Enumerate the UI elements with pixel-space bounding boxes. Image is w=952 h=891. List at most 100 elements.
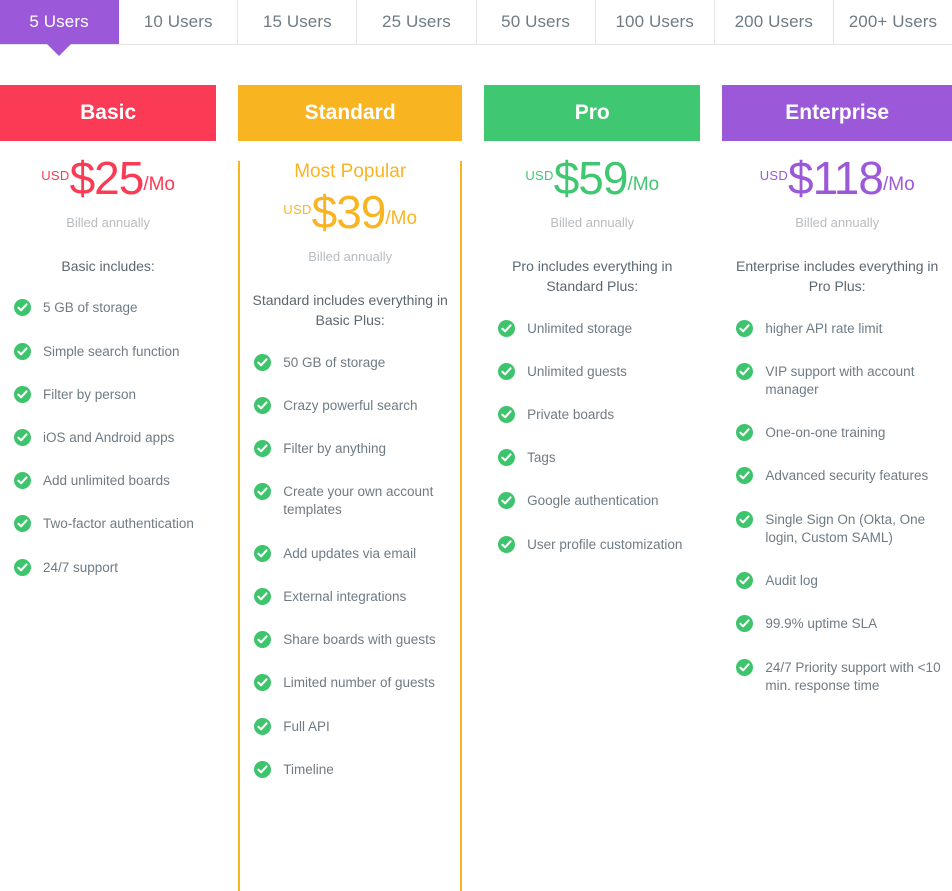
- tab-label: 25 Users: [382, 12, 451, 31]
- feature-label: External integrations: [283, 588, 407, 604]
- check-circle-icon: [254, 544, 272, 562]
- feature-label: Unlimited storage: [527, 320, 633, 336]
- feature-label: One-on-one training: [765, 425, 886, 441]
- feature-item: 99.9% uptime SLA: [736, 614, 946, 633]
- check-circle-icon: [14, 342, 31, 360]
- feature-item: Audit log: [736, 571, 946, 590]
- currency-label: USD: [759, 168, 789, 183]
- currency-label: USD: [41, 168, 70, 183]
- user-count-tabs[interactable]: 5 Users 10 Users 15 Users 25 Users 50 Users 1…: [0, 0, 952, 45]
- check-circle-icon: [254, 587, 272, 605]
- feature-label: Create your own account templates: [283, 484, 434, 518]
- tab-label: 10 Users: [143, 12, 213, 31]
- tab-200-users[interactable]: 200 Users: [714, 0, 834, 44]
- price-row: USD$118/Mo: [722, 155, 952, 201]
- feature-item: Google authentication: [498, 491, 694, 510]
- check-circle-icon: [14, 428, 31, 446]
- check-circle-icon: [736, 658, 754, 676]
- feature-list: higher API rate limit VIP support with ac…: [722, 319, 952, 695]
- tab-label: 200+ Users: [848, 12, 938, 31]
- feature-label: Unlimited guests: [527, 363, 627, 379]
- check-circle-icon: [254, 483, 272, 501]
- check-circle-icon: [254, 631, 272, 649]
- tab-100-users[interactable]: 100 Users: [595, 0, 715, 44]
- feature-item: 24/7 Priority support with <10 min. resp…: [736, 658, 946, 695]
- price-amount: $59: [553, 152, 629, 204]
- price-amount: $39: [311, 186, 387, 238]
- pricing-card-standard: Standard Most Popular USD$39/Mo Billed annu…: [238, 85, 463, 891]
- tab-10-users[interactable]: 10 Users: [119, 0, 239, 44]
- feature-label: Single Sign On (Okta, One login, Custom …: [765, 511, 926, 545]
- price-period: /Mo: [627, 174, 660, 195]
- feature-label: higher API rate limit: [765, 320, 883, 336]
- feature-label: Filter by person: [43, 386, 137, 402]
- includes-heading: Enterprise includes everything in Pro Pl…: [736, 258, 939, 295]
- feature-item: 5 GB of storage: [14, 298, 210, 317]
- feature-item: Single Sign On (Okta, One login, Custom …: [736, 510, 946, 547]
- price-period: /Mo: [385, 208, 418, 229]
- tab-15-users[interactable]: 15 Users: [238, 0, 358, 44]
- feature-item: Timeline: [254, 760, 454, 779]
- feature-item: Full API: [254, 717, 454, 736]
- feature-item: Filter by anything: [254, 439, 454, 458]
- includes-heading: Pro includes everything in Standard Plus…: [512, 258, 673, 295]
- includes-heading: Standard includes everything in Basic Pl…: [252, 292, 448, 329]
- tab-5-users[interactable]: 5 Users: [0, 0, 120, 44]
- check-circle-icon: [498, 535, 516, 553]
- check-circle-icon: [14, 385, 31, 403]
- tab-label: 50 Users: [501, 12, 570, 31]
- check-circle-icon: [736, 467, 754, 485]
- feature-item: Filter by person: [14, 385, 210, 404]
- price-row: USD$59/Mo: [484, 155, 700, 201]
- card-header-basic: Basic: [0, 85, 217, 141]
- feature-item: One-on-one training: [736, 423, 946, 442]
- feature-label: Filter by anything: [283, 441, 387, 457]
- tab-50-users[interactable]: 50 Users: [476, 0, 596, 44]
- check-circle-icon: [254, 396, 272, 414]
- billing-note: Billed annually: [66, 215, 151, 230]
- feature-item: Private boards: [498, 405, 694, 424]
- feature-label: 5 GB of storage: [43, 300, 138, 316]
- feature-label: Timeline: [283, 761, 334, 777]
- feature-label: Crazy powerful search: [283, 397, 418, 413]
- feature-label: Simple search function: [43, 343, 180, 359]
- feature-label: Add unlimited boards: [43, 473, 170, 489]
- check-circle-icon: [736, 362, 754, 380]
- feature-label: 99.9% uptime SLA: [765, 616, 878, 632]
- check-circle-icon: [736, 572, 754, 590]
- check-circle-icon: [14, 558, 31, 576]
- feature-item: 24/7 support: [14, 558, 210, 577]
- feature-label: 50 GB of storage: [283, 354, 386, 370]
- feature-label: Limited number of guests: [283, 675, 435, 691]
- check-circle-icon: [14, 299, 31, 317]
- plan-name: Enterprise: [785, 101, 890, 124]
- feature-list: 5 GB of storage Simple search function Fil…: [0, 298, 216, 577]
- feature-item: External integrations: [254, 587, 454, 606]
- currency-label: USD: [525, 168, 554, 183]
- tab-label: 200 Users: [734, 12, 813, 31]
- feature-list: Unlimited storage Unlimited guests Private…: [484, 319, 700, 554]
- card-header-standard: Standard: [238, 85, 463, 141]
- tab-200-users[interactable]: 200+ Users: [833, 0, 952, 44]
- tab-label: 15 Users: [262, 12, 332, 31]
- plan-name: Standard: [304, 101, 396, 124]
- check-circle-icon: [498, 319, 516, 337]
- tab-25-users[interactable]: 25 Users: [357, 0, 477, 44]
- feature-item: Crazy powerful search: [254, 396, 454, 415]
- check-circle-icon: [14, 515, 31, 533]
- feature-label: Tags: [527, 450, 556, 466]
- feature-label: Full API: [283, 718, 330, 734]
- tab-label: 100 Users: [615, 12, 694, 31]
- feature-item: higher API rate limit: [736, 319, 946, 338]
- pricing-card-pro: Pro USD$59/Mo Billed annually Pro includes …: [484, 85, 701, 885]
- feature-label: Private boards: [527, 407, 615, 423]
- card-header-enterprise: Enterprise: [722, 85, 952, 141]
- billing-note: Billed annually: [550, 215, 635, 230]
- check-circle-icon: [254, 353, 272, 371]
- check-circle-icon: [498, 362, 516, 380]
- check-circle-icon: [736, 615, 754, 633]
- feature-item: Unlimited guests: [498, 362, 694, 381]
- billing-note: Billed annually: [308, 249, 393, 264]
- currency-label: USD: [283, 202, 312, 217]
- feature-label: Add updates via email: [283, 545, 417, 561]
